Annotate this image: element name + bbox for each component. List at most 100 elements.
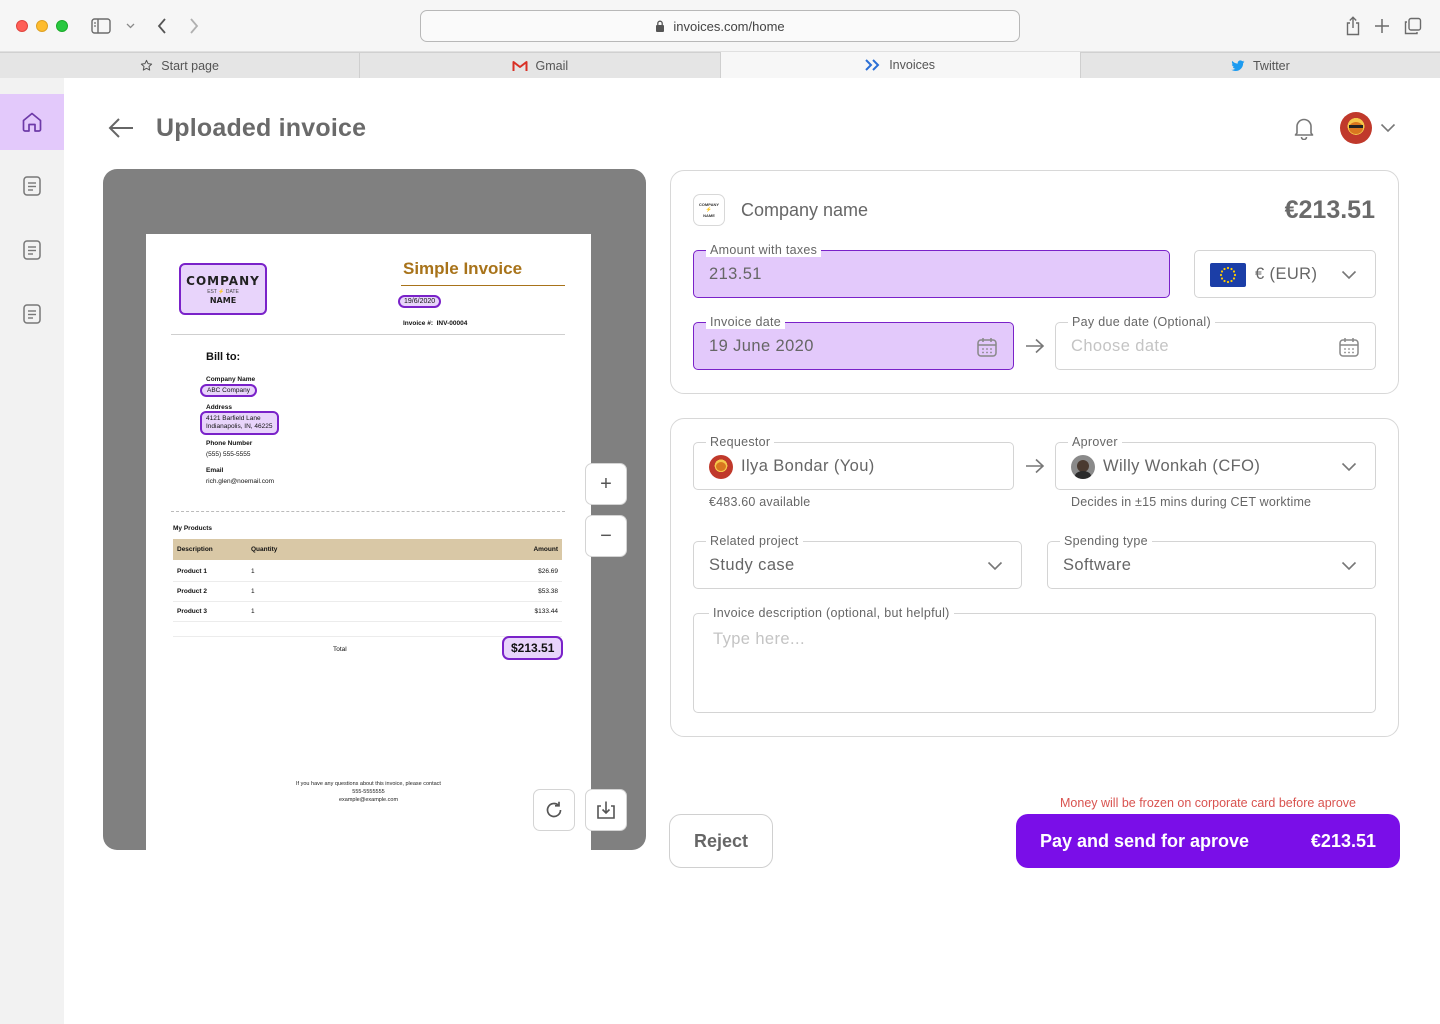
invoices-icon [865, 59, 881, 71]
plus-icon: + [600, 472, 612, 495]
invoice-document: COMPANY EST ⚡ DATE NAME Simple Invoice 1… [146, 234, 591, 850]
currency-select[interactable]: € (EUR) [1194, 250, 1376, 298]
chevron-down-icon[interactable] [1378, 118, 1398, 138]
divider [171, 511, 565, 512]
email-label: Email [206, 467, 224, 474]
url-bar[interactable]: invoices.com/home [420, 10, 1020, 42]
rotate-button[interactable] [533, 789, 575, 831]
tab-gmail[interactable]: Gmail [360, 52, 721, 78]
maximize-window-button[interactable] [56, 20, 68, 32]
phone-value: (555) 555-5555 [206, 451, 251, 458]
download-button[interactable] [585, 789, 627, 831]
email-value: rich.glen@noemail.com [206, 478, 275, 485]
total-highlight: $213.51 [502, 636, 564, 660]
new-tab-icon[interactable] [1371, 14, 1393, 38]
sidebar-toggle-icon[interactable] [90, 14, 112, 38]
minimize-window-button[interactable] [36, 20, 48, 32]
description-placeholder: Type here... [713, 630, 805, 648]
invoice-date-field[interactable]: Invoice date 19 June 2020 [693, 315, 1014, 370]
tab-invoices[interactable]: Invoices [720, 52, 1081, 78]
back-arrow-icon[interactable] [106, 114, 136, 142]
twitter-icon [1231, 59, 1245, 72]
invoice-date-value: 19 June 2020 [709, 337, 814, 355]
summary-amount: €213.51 [1284, 196, 1375, 224]
sidebar-item-documents-1[interactable] [0, 158, 64, 214]
due-date-placeholder: Choose date [1071, 337, 1169, 355]
company-logo-thumb: COMPANY ⚡ NAME [693, 194, 725, 226]
requestor-avatar [709, 455, 733, 479]
field-label: Invoice description (optional, but helpf… [709, 606, 954, 620]
spending-type-select[interactable]: Spending type Software [1047, 534, 1376, 589]
page-title: Uploaded invoice [156, 114, 367, 142]
tab-start-page[interactable]: Start page [0, 52, 361, 78]
company-name: Company name [741, 200, 869, 220]
document-icon [21, 175, 43, 197]
zoom-in-button[interactable]: + [585, 463, 627, 505]
address-highlight: 4121 Barfield Lane Indianapolis, IN, 462… [200, 411, 279, 435]
home-icon [20, 110, 44, 134]
lock-icon [655, 20, 665, 32]
requestor-caption: €483.60 available [709, 495, 811, 509]
sidebar-item-documents-2[interactable] [0, 222, 64, 278]
browser-toolbar: invoices.com/home [0, 0, 1440, 52]
phone-label: Phone Number [206, 440, 253, 447]
tab-overview-icon[interactable] [1402, 14, 1424, 38]
approver-avatar [1071, 455, 1095, 479]
close-window-button[interactable] [16, 20, 28, 32]
invoice-title: Simple Invoice [403, 259, 523, 278]
pay-button-label: Pay and send for aprove [1040, 830, 1250, 851]
spending-value: Software [1063, 556, 1132, 574]
document-icon [21, 239, 43, 261]
requestor-field[interactable]: Requestor Ilya Bondar (You) [693, 435, 1014, 490]
divider [401, 285, 565, 286]
table-row: Product 3 1 $133.44 [173, 602, 562, 622]
approver-select[interactable]: Aprover Willy Wonkah (CFO) [1055, 435, 1376, 490]
back-icon[interactable] [152, 14, 172, 38]
invoice-description-textarea[interactable]: Invoice description (optional, but helpf… [693, 606, 1376, 713]
table-row: Product 2 1 $53.38 [173, 582, 562, 602]
frozen-warning: Money will be frozen on corporate card b… [1060, 796, 1356, 810]
amount-value: 213.51 [709, 265, 762, 283]
calendar-icon[interactable] [975, 335, 999, 359]
address-label: Address [206, 404, 233, 411]
approver-caption: Decides in ±15 mins during CET worktime [1071, 495, 1312, 509]
tab-twitter[interactable]: Twitter [1080, 52, 1440, 78]
amount-with-taxes-field[interactable]: Amount with taxes 213.51 [693, 243, 1170, 298]
invoice-date-highlight: 19/6/2020 [398, 295, 442, 308]
chevron-down-icon[interactable] [124, 14, 136, 38]
reject-button[interactable]: Reject [669, 814, 773, 868]
field-label: Aprover [1068, 435, 1122, 449]
field-label: Spending type [1060, 534, 1152, 548]
user-avatar[interactable] [1340, 112, 1372, 144]
invoice-preview: COMPANY EST ⚡ DATE NAME Simple Invoice 1… [103, 169, 646, 850]
table-row: Product 1 1 $26.69 [173, 562, 562, 582]
browser-tabs: Start page Gmail Invoices Twitter [0, 52, 1440, 78]
rotate-icon [544, 800, 564, 820]
sidebar [0, 78, 64, 1024]
chevron-down-icon [983, 554, 1007, 578]
share-icon[interactable] [1342, 14, 1364, 38]
chevron-down-icon [1337, 263, 1361, 287]
notification-bell-icon[interactable] [1290, 114, 1318, 142]
invoice-footer-note: If you have any questions about this inv… [296, 781, 441, 803]
zoom-out-button[interactable]: − [585, 515, 627, 557]
sidebar-item-home[interactable] [0, 94, 64, 150]
pay-due-date-field[interactable]: Pay due date (Optional) Choose date [1055, 315, 1376, 370]
company-name-label: Company Name [206, 376, 256, 383]
pay-and-send-button[interactable]: Pay and send for aprove €213.51 [1016, 814, 1400, 868]
project-value: Study case [709, 556, 795, 574]
minus-icon: − [600, 524, 612, 547]
sidebar-item-documents-3[interactable] [0, 286, 64, 342]
company-name-highlight: ABC Company [200, 384, 257, 397]
company-logo: COMPANY EST ⚡ DATE NAME [179, 263, 267, 315]
chevron-down-icon [1337, 455, 1361, 479]
arrow-right-icon [1023, 334, 1047, 358]
field-label: Related project [706, 534, 803, 548]
forward-icon[interactable] [184, 14, 204, 38]
related-project-select[interactable]: Related project Study case [693, 534, 1022, 589]
eu-flag-icon [1210, 263, 1246, 287]
currency-value: € (EUR) [1255, 265, 1318, 283]
approver-value: Willy Wonkah (CFO) [1103, 457, 1261, 475]
calendar-icon[interactable] [1337, 335, 1361, 359]
invoice-number: Invoice #: INV-00004 [403, 320, 468, 327]
